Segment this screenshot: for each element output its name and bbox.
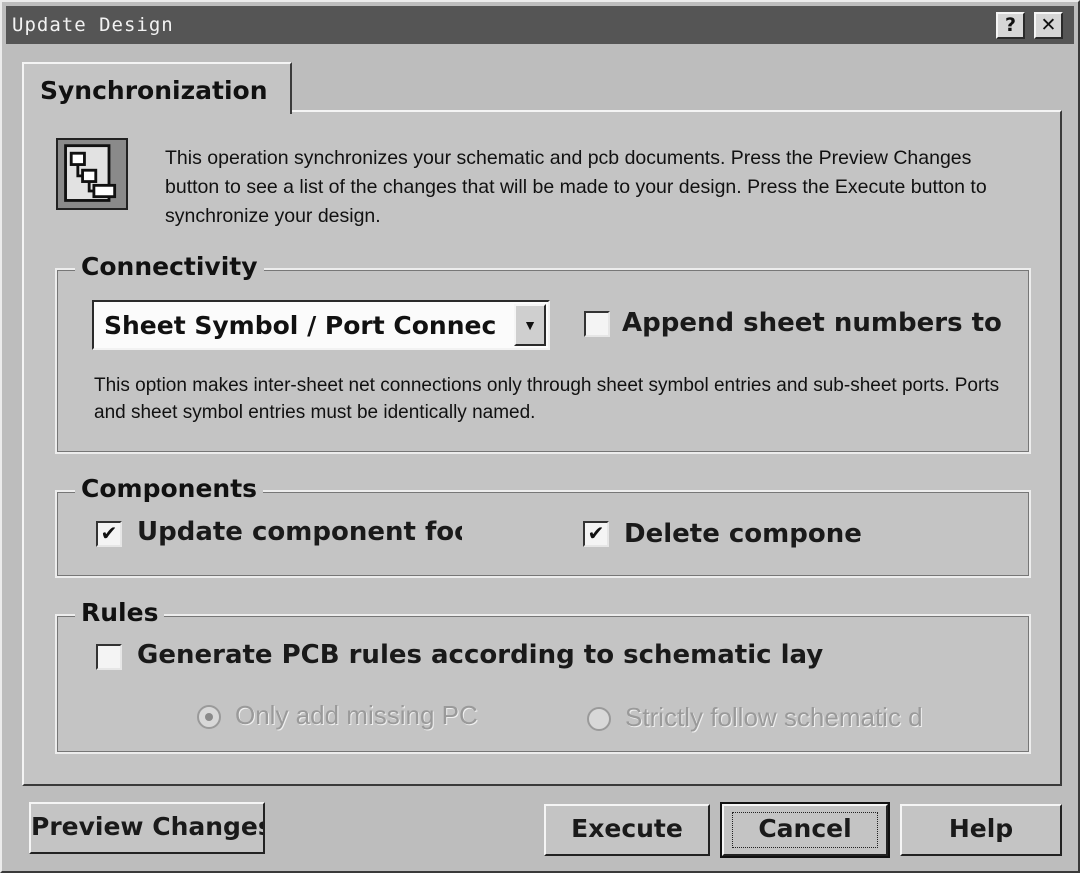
- tab-synchronization[interactable]: Synchronization: [22, 62, 292, 114]
- strictly-follow-label[interactable]: Strictly follow schematic d: [625, 702, 1005, 733]
- connectivity-mode-value: Sheet Symbol / Port Connec: [104, 311, 497, 340]
- generate-pcb-rules-label[interactable]: Generate PCB rules according to schemati…: [137, 640, 827, 670]
- update-component-checkbox[interactable]: ✔: [96, 521, 122, 547]
- help-title-button[interactable]: ?: [996, 12, 1025, 39]
- check-mark-icon: ✔: [587, 521, 605, 545]
- connectivity-mode-select[interactable]: Sheet Symbol / Port Connec ▼: [92, 300, 550, 350]
- execute-button[interactable]: Execute: [544, 804, 710, 856]
- chevron-down-icon[interactable]: ▼: [514, 304, 546, 346]
- rules-group: Rules: [55, 598, 1031, 754]
- preview-changes-button[interactable]: Preview Changes: [29, 802, 265, 854]
- only-add-missing-label[interactable]: Only add missing PC: [235, 700, 545, 731]
- cancel-button[interactable]: Cancel: [720, 802, 890, 858]
- connectivity-title: Connectivity: [75, 252, 264, 281]
- intro-text: This operation synchronizes your schemat…: [165, 147, 987, 227]
- check-mark-icon: ✔: [100, 521, 118, 545]
- connectivity-group: Connectivity: [55, 252, 1031, 454]
- rules-title: Rules: [75, 598, 165, 627]
- append-sheet-numbers-label[interactable]: Append sheet numbers to: [622, 308, 1002, 338]
- tab-label: Synchronization: [40, 76, 268, 105]
- delete-component-checkbox[interactable]: ✔: [583, 521, 609, 547]
- close-icon: ✕: [1040, 14, 1057, 36]
- update-design-dialog: Update Design ? ✕ Synchronization This o…: [0, 0, 1080, 873]
- delete-component-label[interactable]: Delete compone: [624, 519, 864, 549]
- close-button[interactable]: ✕: [1034, 12, 1063, 39]
- generate-pcb-rules-checkbox[interactable]: [96, 644, 122, 670]
- update-component-label[interactable]: Update component foo: [137, 517, 462, 547]
- help-button[interactable]: Help: [900, 804, 1062, 856]
- strictly-follow-radio[interactable]: [587, 707, 611, 731]
- window-title: Update Design: [12, 14, 174, 36]
- connectivity-description: This option makes inter-sheet net connec…: [94, 375, 1000, 423]
- sync-document-icon: [56, 138, 128, 210]
- focus-rect: [732, 812, 878, 848]
- append-sheet-numbers-checkbox[interactable]: [584, 311, 610, 337]
- only-add-missing-radio[interactable]: [197, 705, 221, 729]
- components-title: Components: [75, 474, 264, 503]
- title-bar[interactable]: Update Design ? ✕: [6, 6, 1074, 44]
